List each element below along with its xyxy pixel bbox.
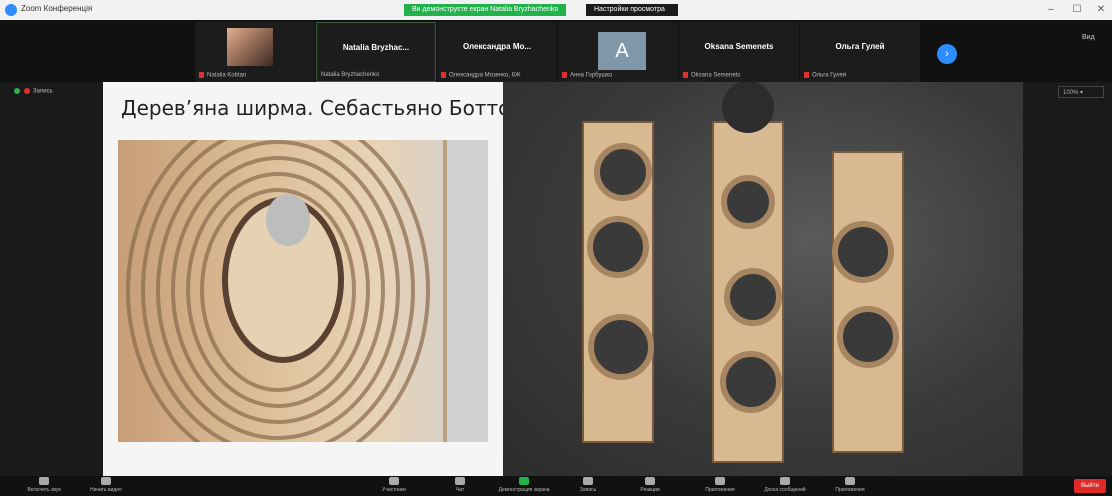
avatar: A (598, 32, 646, 70)
participant-label: Oksana Semenets (691, 73, 741, 79)
slide-panel: Дерев’яна ширма. Себастьяно Боттос. (103, 82, 528, 476)
whiteboard-button[interactable]: Доска сообщений (755, 477, 815, 495)
leave-button[interactable]: Выйти (1074, 479, 1106, 493)
mic-muted-icon (441, 72, 446, 79)
meeting-toolbar: Включить звук Начать видео Участники Чат… (0, 476, 1112, 496)
unmute-button[interactable]: Включить звук (14, 477, 74, 495)
apps-icon (715, 477, 725, 485)
view-button[interactable]: Вид (1082, 34, 1095, 41)
rings-illustration (126, 140, 488, 442)
video-icon (101, 477, 111, 485)
record-button[interactable]: Запись (558, 477, 618, 495)
participant-tile[interactable]: Natalia Kobtan (195, 22, 315, 82)
start-video-button[interactable]: Начать видео (76, 477, 136, 495)
share-screen-button[interactable]: Демонстрация экрана (494, 477, 554, 495)
view-options-button[interactable]: Настройки просмотра (586, 4, 678, 16)
zoom-logo-icon (5, 4, 17, 16)
reactions-icon (645, 477, 655, 485)
chat-button[interactable]: Чат (430, 477, 490, 495)
recording-indicator: Запись (14, 88, 53, 95)
maximize-button[interactable]: ☐ (1066, 2, 1088, 18)
mic-muted-icon (683, 72, 688, 79)
screen-share-banner: Ви демонструєте екран Natalia Bryzhachen… (404, 4, 567, 16)
participant-tile[interactable]: Олександра Мо... Олександра Мозенко, 6Ж (437, 22, 557, 82)
participant-tile[interactable]: Natalia Bryzhac... Natalia Bryzhachenko (316, 22, 436, 82)
next-page-icon[interactable]: › (937, 44, 957, 64)
wooden-screen-closeup-image (118, 140, 488, 442)
participants-button[interactable]: Участники (364, 477, 424, 495)
participant-label: Ольга Гулей (812, 73, 847, 79)
screen-sculpture-illustration (582, 82, 904, 463)
record-dot-icon (24, 88, 30, 94)
zoom-level-select[interactable]: 100% ▾ (1058, 86, 1104, 98)
participant-label: Natalia Kobtan (207, 73, 247, 79)
participants-icon (389, 477, 399, 485)
slide-title: Дерев’яна ширма. Себастьяно Боттос. (121, 96, 528, 120)
shared-screen: Дерев’яна ширма. Себастьяно Боттос. (103, 82, 1023, 476)
mic-muted-icon (804, 72, 809, 79)
participant-name: Natalia Bryzhac... (342, 43, 410, 52)
more-icon (845, 477, 855, 485)
more-apps-button[interactable]: Приложения (820, 477, 880, 495)
reactions-button[interactable]: Реакции (620, 477, 680, 495)
minimize-button[interactable]: – (1040, 2, 1062, 18)
apps-button[interactable]: Приложения (690, 477, 750, 495)
record-icon (583, 477, 593, 485)
share-screen-icon (519, 477, 529, 485)
whiteboard-icon (780, 477, 790, 485)
window-title: Zoom Конференція (21, 4, 93, 13)
mic-icon (39, 477, 49, 485)
participant-label: Natalia Bryzhachenko (321, 72, 380, 78)
close-button[interactable]: ✕ (1090, 2, 1112, 18)
participant-tile[interactable]: Ольга Гулей Ольга Гулей (800, 22, 920, 82)
participant-name: Ольга Гулей (835, 42, 885, 51)
mic-muted-icon (199, 72, 204, 79)
participant-photo (227, 28, 273, 66)
participant-label: Олександра Мозенко, 6Ж (449, 73, 521, 79)
wooden-screen-full-image (503, 82, 1023, 476)
participant-label: Анна Горбушко (570, 73, 613, 79)
participant-name: Oksana Semenets (704, 42, 774, 51)
recording-label: Запись (33, 88, 53, 95)
chat-icon (455, 477, 465, 485)
participant-tile[interactable]: Oksana Semenets Oksana Semenets (679, 22, 799, 82)
connection-icon (14, 88, 20, 94)
participant-name: Олександра Мо... (462, 42, 532, 51)
window-title-bar: Zoom Конференція Ви демонструєте екран N… (0, 0, 1112, 20)
mic-muted-icon (562, 72, 567, 79)
